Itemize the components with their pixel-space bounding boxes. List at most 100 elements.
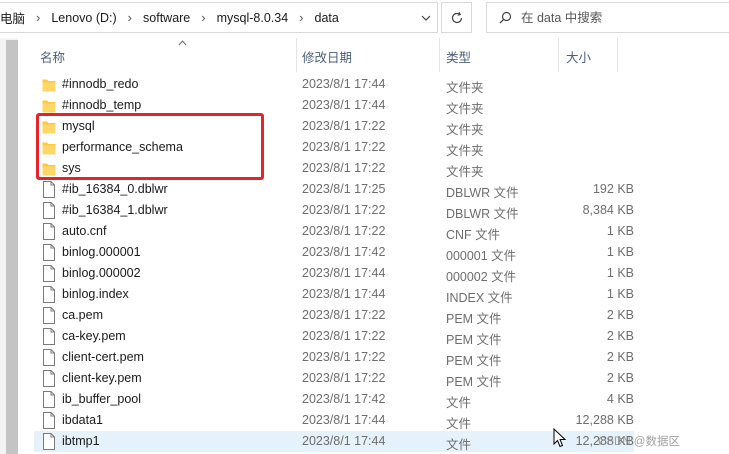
file-row[interactable]: client-key.pem 2023/8/1 17:22 PEM 文件 2 KB	[34, 368, 634, 389]
file-modified-date: 2023/8/1 17:44	[302, 287, 386, 301]
file-size: 2 KB	[606, 350, 634, 364]
file-name: sys	[62, 161, 81, 175]
file-row[interactable]: ca-key.pem 2023/8/1 17:22 PEM 文件 2 KB	[34, 326, 634, 347]
folder-row[interactable]: #innodb_temp 2023/8/1 17:44 文件夹	[34, 95, 634, 116]
search-box[interactable]	[486, 2, 729, 33]
breadcrumb-separator: ›	[201, 10, 206, 25]
mouse-cursor-icon	[553, 428, 567, 448]
file-row[interactable]: #ib_16384_1.dblwr 2023/8/1 17:22 DBLWR 文件 8…	[34, 200, 634, 221]
file-icon	[43, 181, 55, 198]
folder-icon	[42, 121, 56, 134]
file-row[interactable]: binlog.index 2023/8/1 17:44 INDEX 文件 1 KB	[34, 284, 634, 305]
file-icon	[43, 433, 55, 450]
file-type: 文件夹	[446, 144, 484, 158]
file-size: 4 KB	[606, 392, 634, 406]
file-size: 12,288 KB	[575, 413, 634, 427]
file-row[interactable]: auto.cnf 2023/8/1 17:22 CNF 文件 1 KB	[34, 221, 634, 242]
file-row[interactable]: ib_buffer_pool 2023/8/1 17:42 文件 4 KB	[34, 389, 634, 410]
breadcrumb-separator: ›	[127, 10, 133, 25]
breadcrumb-separator: ›	[299, 10, 304, 25]
column-divider[interactable]	[558, 38, 559, 72]
chevron-down-icon	[421, 15, 431, 21]
file-type: PEM 文件	[446, 375, 502, 389]
breadcrumb-item[interactable]: Lenovo (D:)	[49, 11, 118, 25]
file-modified-date: 2023/8/1 17:22	[302, 308, 386, 322]
file-icon	[43, 202, 55, 219]
folder-row[interactable]: performance_schema 2023/8/1 17:22 文件夹	[34, 137, 634, 158]
file-size: 192 KB	[592, 182, 634, 196]
breadcrumb-item[interactable]: mysql-8.0.34	[215, 11, 291, 25]
watermark-text: CSDN @数据区	[598, 436, 680, 448]
file-row[interactable]: binlog.000001 2023/8/1 17:42 000001 文件 1 KB	[34, 242, 634, 263]
file-modified-date: 2023/8/1 17:22	[302, 119, 386, 133]
refresh-button[interactable]	[441, 2, 472, 33]
column-header-modified[interactable]: 修改日期	[302, 47, 352, 66]
folder-row[interactable]: mysql 2023/8/1 17:22 文件夹	[34, 116, 634, 137]
breadcrumb-item[interactable]: software	[141, 11, 192, 25]
file-name: ca.pem	[62, 308, 103, 322]
scrollbar-thumb[interactable]	[6, 40, 18, 454]
file-type: PEM 文件	[446, 354, 502, 368]
file-row[interactable]: ibdata1 2023/8/1 17:44 文件 12,288 KB	[34, 410, 634, 431]
file-type: PEM 文件	[446, 333, 502, 347]
folder-icon	[42, 79, 56, 92]
file-type: 文件夹	[446, 81, 484, 95]
column-divider[interactable]	[296, 38, 297, 72]
file-name: ibdata1	[62, 413, 104, 427]
file-name: auto.cnf	[62, 224, 107, 238]
file-name: #innodb_redo	[62, 77, 139, 91]
file-modified-date: 2023/8/1 17:22	[302, 350, 386, 364]
file-size: 2 KB	[606, 371, 634, 385]
column-header-type[interactable]: 类型	[446, 47, 471, 66]
file-type: PEM 文件	[446, 312, 502, 326]
file-modified-date: 2023/8/1 17:22	[302, 371, 386, 385]
address-bar[interactable]: 电脑 › Lenovo (D:) › software › mysql-8.0.…	[0, 2, 438, 33]
file-modified-date: 2023/8/1 17:22	[302, 203, 386, 217]
navigation-pane-scrollbar[interactable]	[0, 38, 18, 454]
file-modified-date: 2023/8/1 17:42	[302, 245, 386, 259]
file-icon	[43, 412, 55, 429]
search-input[interactable]	[521, 10, 701, 25]
file-icon	[43, 223, 55, 240]
file-name: binlog.index	[62, 287, 129, 301]
file-size: 2 KB	[606, 329, 634, 343]
file-type: CNF 文件	[446, 228, 501, 242]
address-history-button[interactable]	[414, 2, 438, 33]
column-header-name[interactable]: 名称	[40, 47, 65, 66]
file-type: 000001 文件	[446, 249, 517, 263]
column-divider[interactable]	[617, 38, 618, 72]
file-row[interactable]: ca.pem 2023/8/1 17:22 PEM 文件 2 KB	[34, 305, 634, 326]
file-name: ib_buffer_pool	[62, 392, 142, 406]
file-modified-date: 2023/8/1 17:42	[302, 392, 386, 406]
breadcrumb-item[interactable]: 电脑	[0, 8, 27, 27]
file-icon	[43, 391, 55, 408]
file-name: #innodb_temp	[62, 98, 142, 112]
file-row[interactable]: #ib_16384_0.dblwr 2023/8/1 17:25 DBLWR 文件 1…	[34, 179, 634, 200]
file-type: DBLWR 文件	[446, 207, 519, 221]
file-icon	[43, 265, 55, 282]
folder-row[interactable]: sys 2023/8/1 17:22 文件夹	[34, 158, 634, 179]
file-name: #ib_16384_0.dblwr	[62, 182, 168, 196]
file-modified-date: 2023/8/1 17:44	[302, 413, 386, 427]
column-header-size[interactable]: 大小	[566, 47, 591, 66]
file-modified-date: 2023/8/1 17:22	[302, 140, 386, 154]
folder-icon	[42, 163, 56, 176]
file-modified-date: 2023/8/1 17:44	[302, 77, 386, 91]
file-row[interactable]: binlog.000002 2023/8/1 17:44 000002 文件 1 KB	[34, 263, 634, 284]
file-type: 文件	[446, 396, 472, 410]
file-size: 1 KB	[606, 287, 634, 301]
file-row[interactable]: client-cert.pem 2023/8/1 17:22 PEM 文件 2 KB	[34, 347, 634, 368]
file-icon	[43, 307, 55, 324]
column-header-row: 名称 修改日期 类型 大小	[18, 38, 729, 72]
file-modified-date: 2023/8/1 17:22	[302, 161, 386, 175]
file-name: binlog.000001	[62, 245, 141, 259]
file-modified-date: 2023/8/1 17:44	[302, 266, 386, 280]
column-divider[interactable]	[439, 38, 440, 72]
folder-row[interactable]: #innodb_redo 2023/8/1 17:44 文件夹	[34, 74, 634, 95]
refresh-icon	[451, 11, 462, 23]
file-icon	[43, 328, 55, 345]
folder-icon	[42, 142, 56, 155]
file-row[interactable]: ibtmp1 2023/8/1 17:44 文件 12,288 KB	[34, 431, 634, 452]
search-icon	[499, 11, 512, 24]
breadcrumb-item-current[interactable]: data	[313, 11, 341, 25]
